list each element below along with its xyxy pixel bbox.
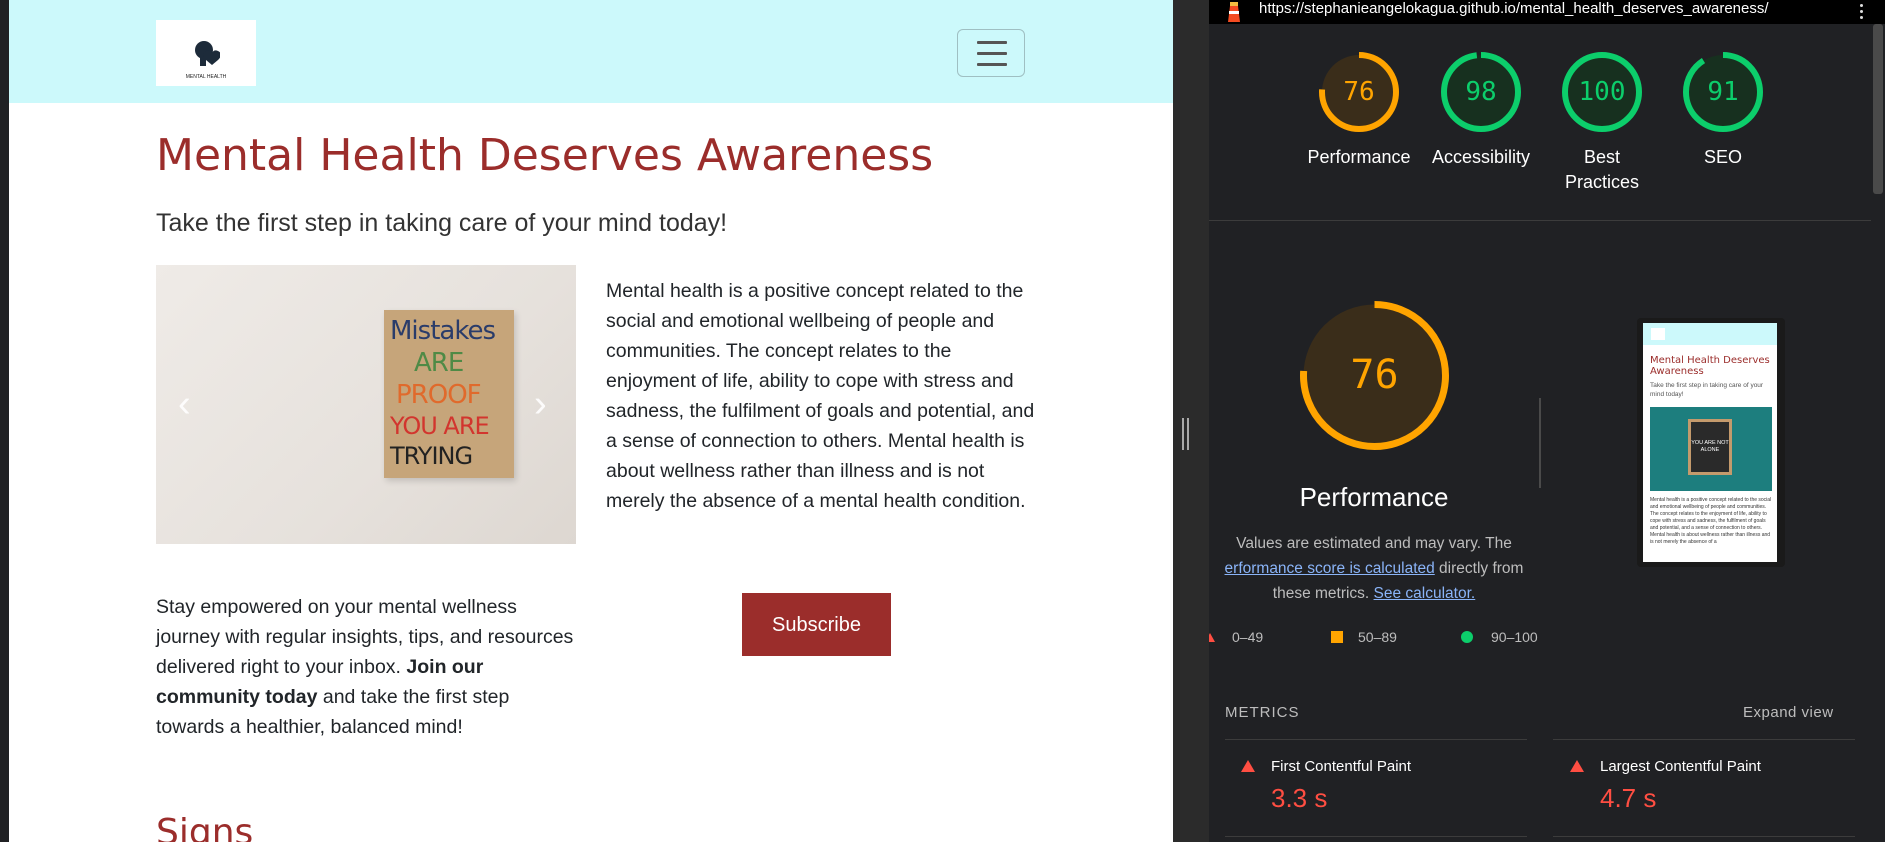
carousel-next-icon[interactable]: ›: [534, 383, 547, 426]
carousel-prev-icon[interactable]: ‹: [178, 383, 191, 426]
gauge-seo[interactable]: 91: [1681, 50, 1765, 134]
thumb-carousel: YOU ARE NOT ALONE: [1650, 407, 1772, 491]
score-legend: 0–49 50–89 90–100: [1209, 627, 1539, 647]
scrollbar-thumb[interactable]: [1873, 24, 1883, 194]
page-subtitle: Take the first step in taking care of yo…: [156, 209, 728, 237]
gauge-label-seo: SEO: [1703, 147, 1742, 167]
lighthouse-icon: [1228, 2, 1240, 22]
performance-score: 76: [1350, 352, 1399, 398]
section-divider: [1209, 220, 1873, 221]
carousel-image-mistakes-sign: Mistakes ARE PROOF YOU ARE TRYING: [384, 310, 514, 478]
navbar-toggle-button[interactable]: [957, 29, 1025, 77]
gauge-performance[interactable]: 76: [1317, 50, 1401, 134]
expand-view-toggle[interactable]: Expand view: [1743, 704, 1834, 721]
website-pane: MENTAL HEALTH Mental Health Deserves Awa…: [0, 0, 1173, 842]
pane-divider: [1173, 0, 1209, 842]
lighthouse-report-pane: https://stephanieangelokagua.github.io/m…: [1209, 0, 1885, 842]
metric-name: First Contentful Paint: [1271, 758, 1412, 775]
signs-section-heading: Signs: [156, 812, 254, 842]
page-title: Mental Health Deserves Awareness: [156, 130, 934, 181]
legend-pass: 90–100: [1491, 629, 1538, 645]
thumb-subtitle: Take the first step in taking care of yo…: [1650, 382, 1764, 398]
performance-note: Values are estimated and may vary. The e…: [1224, 535, 1524, 602]
gauge-accessibility[interactable]: 98: [1439, 50, 1523, 134]
fail-triangle-icon: [1241, 760, 1255, 772]
gauge-label-performance: Performance: [1307, 147, 1411, 167]
fail-triangle-icon: [1209, 633, 1215, 642]
gauge-value: 100: [1578, 77, 1626, 107]
newsletter-paragraph: Stay empowered on your mental wellness j…: [156, 592, 576, 742]
gauge-value: 91: [1707, 77, 1739, 107]
gauge-best-practices[interactable]: 100: [1560, 50, 1644, 134]
report-url[interactable]: https://stephanieangelokagua.github.io/m…: [1259, 0, 1769, 17]
image-carousel[interactable]: Mistakes ARE PROOF YOU ARE TRYING ‹ ›: [156, 265, 576, 544]
gauge-value: 76: [1343, 77, 1375, 107]
resize-handle-icon[interactable]: [1182, 418, 1190, 450]
site-logo[interactable]: MENTAL HEALTH: [156, 20, 256, 86]
score-calculation-link[interactable]: erformance score is calculated: [1225, 560, 1435, 577]
sign-line: YOU ARE: [390, 412, 490, 440]
report-url-bar: https://stephanieangelokagua.github.io/m…: [1209, 0, 1885, 24]
performance-big-gauge: 76: [1297, 298, 1452, 453]
fail-triangle-icon: [1570, 760, 1584, 772]
gauge-value: 98: [1465, 77, 1497, 107]
gauge-label-accessibility: Accessibility: [1431, 147, 1531, 167]
legend-average: 50–89: [1358, 629, 1397, 645]
legend-fail: 0–49: [1232, 629, 1264, 645]
vertical-separator: [1539, 398, 1541, 488]
sign-line: Mistakes: [390, 316, 496, 346]
page-screenshot-thumbnail[interactable]: Mental Health Deserves Awareness Take th…: [1637, 318, 1785, 567]
pass-circle-icon: [1461, 631, 1473, 643]
more-options-icon[interactable]: [1858, 2, 1864, 22]
intro-paragraph: Mental health is a positive concept rela…: [606, 280, 1035, 512]
head-heart-logo-icon: [195, 41, 220, 66]
navbar: MENTAL HEALTH: [9, 0, 1173, 103]
newsletter-text: Stay empowered on your mental wellness j…: [156, 596, 574, 678]
metric-name: Largest Contentful Paint: [1600, 758, 1761, 775]
sign-line: TRYING: [390, 442, 473, 470]
thumb-paragraph: Mental health is a positive concept rela…: [1650, 497, 1772, 545]
performance-title: Performance: [1299, 482, 1449, 512]
metrics-heading: METRICS: [1225, 704, 1300, 721]
gauge-label-best-practices: Best Practices: [1564, 147, 1640, 192]
metric-value: 3.3 s: [1271, 783, 1328, 813]
average-square-icon: [1331, 631, 1343, 643]
hamburger-icon: [977, 41, 1007, 44]
see-calculator-link[interactable]: See calculator.: [1374, 585, 1476, 602]
thumb-logo: [1651, 328, 1665, 340]
sign-line: ARE: [414, 348, 464, 378]
metric-value: 4.7 s: [1600, 783, 1657, 813]
thumb-board: YOU ARE NOT ALONE: [1688, 419, 1732, 475]
sign-line: PROOF: [396, 380, 482, 410]
subscribe-button[interactable]: Subscribe: [742, 593, 891, 656]
thumb-title: Mental Health Deserves Awareness: [1650, 355, 1770, 377]
logo-text: MENTAL HEALTH: [185, 74, 227, 80]
